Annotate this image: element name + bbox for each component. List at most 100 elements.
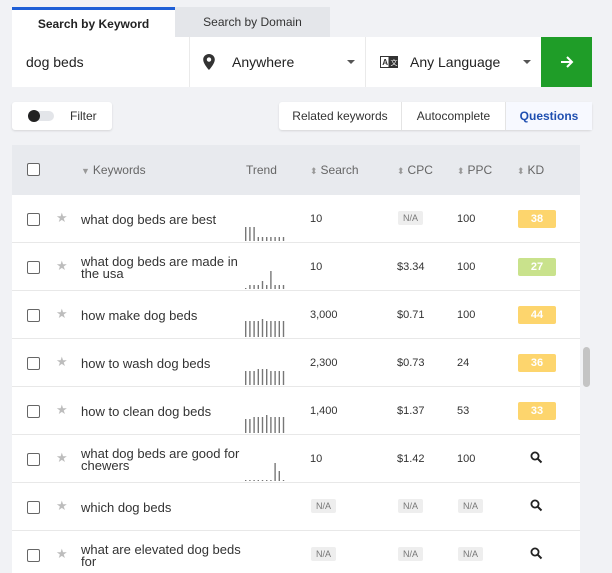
header-kd[interactable]: ⬍ KD xyxy=(517,163,544,177)
row-checkbox[interactable] xyxy=(27,501,40,514)
location-select[interactable]: Anywhere xyxy=(190,37,365,87)
star-icon[interactable]: ★ xyxy=(56,354,68,370)
table-row[interactable]: ★ how to clean dog beds 1,400 $1.37 53 3… xyxy=(12,387,580,435)
keyword-text[interactable]: what dog beds are made in the usa xyxy=(81,255,241,280)
row-checkbox[interactable] xyxy=(27,549,40,562)
chevron-down-icon xyxy=(347,60,355,64)
trend-bar xyxy=(257,369,259,385)
tab-search-by-domain[interactable]: Search by Domain xyxy=(175,7,330,37)
cpc-value: $1.42 xyxy=(397,453,425,465)
star-icon[interactable]: ★ xyxy=(56,210,68,226)
trend-bar xyxy=(245,371,247,385)
trend-bar xyxy=(274,417,276,433)
table-row[interactable]: ★ what dog beds are best 10 N/A 100 38 xyxy=(12,195,580,243)
search-volume: 3,000 xyxy=(310,309,338,321)
kd-badge: 36 xyxy=(518,354,556,372)
trend-bar xyxy=(270,271,272,289)
keyword-input[interactable] xyxy=(12,37,189,87)
mode-related-keywords[interactable]: Related keywords xyxy=(279,102,402,130)
trend-bar xyxy=(266,321,268,337)
trend-bar xyxy=(274,237,276,241)
row-checkbox[interactable] xyxy=(27,213,40,226)
row-checkbox[interactable] xyxy=(27,453,40,466)
trend-bar xyxy=(253,480,255,481)
table-row[interactable]: ★ what dog beds are made in the usa 10 $… xyxy=(12,243,580,291)
search-icon[interactable] xyxy=(530,499,543,512)
scrollbar-thumb[interactable] xyxy=(583,347,590,387)
table-row[interactable]: ★ what are elevated dog beds for N/A N/A… xyxy=(12,531,580,573)
mode-switch: Related keywords Autocomplete Questions xyxy=(279,102,592,130)
header-keywords-label: Keywords xyxy=(92,163,146,177)
star-icon[interactable]: ★ xyxy=(56,306,68,322)
trend-bar xyxy=(266,480,268,481)
search-volume: 10 xyxy=(310,261,323,273)
sort-icon: ⬍ xyxy=(457,166,465,176)
keyword-text[interactable]: how to wash dog beds xyxy=(81,357,241,370)
search-volume: N/A xyxy=(311,499,337,513)
trend-bar xyxy=(245,480,247,481)
row-checkbox[interactable] xyxy=(27,309,40,322)
mode-questions[interactable]: Questions xyxy=(506,102,592,130)
header-keywords[interactable]: ▼ Keywords xyxy=(81,163,146,177)
star-icon[interactable]: ★ xyxy=(56,450,68,466)
keyword-text[interactable]: what dog beds are good for chewers xyxy=(81,447,241,472)
keyword-text[interactable]: how make dog beds xyxy=(81,309,241,322)
table-body: ★ what dog beds are best 10 N/A 100 38 ★… xyxy=(12,195,580,573)
filter-toggle[interactable] xyxy=(28,110,54,122)
header-cpc-label: CPC xyxy=(407,163,433,177)
trend-bar xyxy=(245,419,247,433)
star-icon[interactable]: ★ xyxy=(56,498,68,514)
location-value: Anywhere xyxy=(232,54,295,70)
trend-sparkline xyxy=(245,415,285,433)
language-select[interactable]: A文 Any Language xyxy=(366,37,541,87)
star-icon[interactable]: ★ xyxy=(56,546,68,562)
keyword-text[interactable]: how to clean dog beds xyxy=(81,405,241,418)
tab-search-by-keyword[interactable]: Search by Keyword xyxy=(12,7,175,37)
row-checkbox[interactable] xyxy=(27,405,40,418)
trend-bar xyxy=(249,321,251,337)
header-ppc[interactable]: ⬍ PPC xyxy=(457,163,492,177)
trend-bar xyxy=(266,285,268,289)
kd-badge: 44 xyxy=(518,306,556,324)
cpc-value: N/A xyxy=(398,547,424,561)
trend-bar xyxy=(270,480,272,481)
keyword-text[interactable]: what are elevated dog beds for xyxy=(81,543,241,568)
header-cpc[interactable]: ⬍ CPC xyxy=(397,163,433,177)
go-button[interactable] xyxy=(541,37,592,87)
trend-bar xyxy=(274,321,276,337)
trend-bar xyxy=(282,480,285,481)
star-icon[interactable]: ★ xyxy=(56,258,68,274)
search-icon[interactable] xyxy=(530,451,543,464)
table-row[interactable]: ★ which dog beds N/A N/A N/A xyxy=(12,483,580,531)
sort-icon: ⬍ xyxy=(397,166,405,176)
trend-sparkline xyxy=(245,271,285,289)
star-icon[interactable]: ★ xyxy=(56,402,68,418)
ppc-value: 100 xyxy=(457,309,476,321)
search-icon[interactable] xyxy=(530,547,543,560)
pin-icon xyxy=(203,54,215,70)
trend-bar xyxy=(282,417,285,433)
trend-bar xyxy=(257,237,259,241)
select-all-checkbox[interactable] xyxy=(27,163,40,176)
header-search[interactable]: ⬍ Search xyxy=(310,163,359,177)
filter-label: Filter xyxy=(70,109,97,123)
ppc-value: 100 xyxy=(457,453,476,465)
row-checkbox[interactable] xyxy=(27,261,40,274)
table-header: ▼ Keywords Trend ⬍ Search ⬍ CPC ⬍ PPC ⬍ KD xyxy=(12,145,580,195)
sort-icon: ⬍ xyxy=(310,166,318,176)
mode-autocomplete[interactable]: Autocomplete xyxy=(402,102,506,130)
search-bar: Anywhere A文 Any Language xyxy=(12,37,592,87)
translate-icon: A文 xyxy=(380,56,398,68)
trend-sparkline xyxy=(245,319,285,337)
row-checkbox[interactable] xyxy=(27,357,40,370)
cpc-value: $1.37 xyxy=(397,405,425,417)
filter-button[interactable]: Filter xyxy=(12,102,112,130)
table-row[interactable]: ★ how to wash dog beds 2,300 $0.73 24 36 xyxy=(12,339,580,387)
search-volume: N/A xyxy=(311,547,337,561)
table-row[interactable]: ★ what dog beds are good for chewers 10 … xyxy=(12,435,580,483)
ppc-value: 100 xyxy=(457,261,476,273)
keyword-text[interactable]: which dog beds xyxy=(81,501,241,514)
trend-bar xyxy=(270,237,272,241)
keyword-text[interactable]: what dog beds are best xyxy=(81,213,241,226)
table-row[interactable]: ★ how make dog beds 3,000 $0.71 100 44 xyxy=(12,291,580,339)
